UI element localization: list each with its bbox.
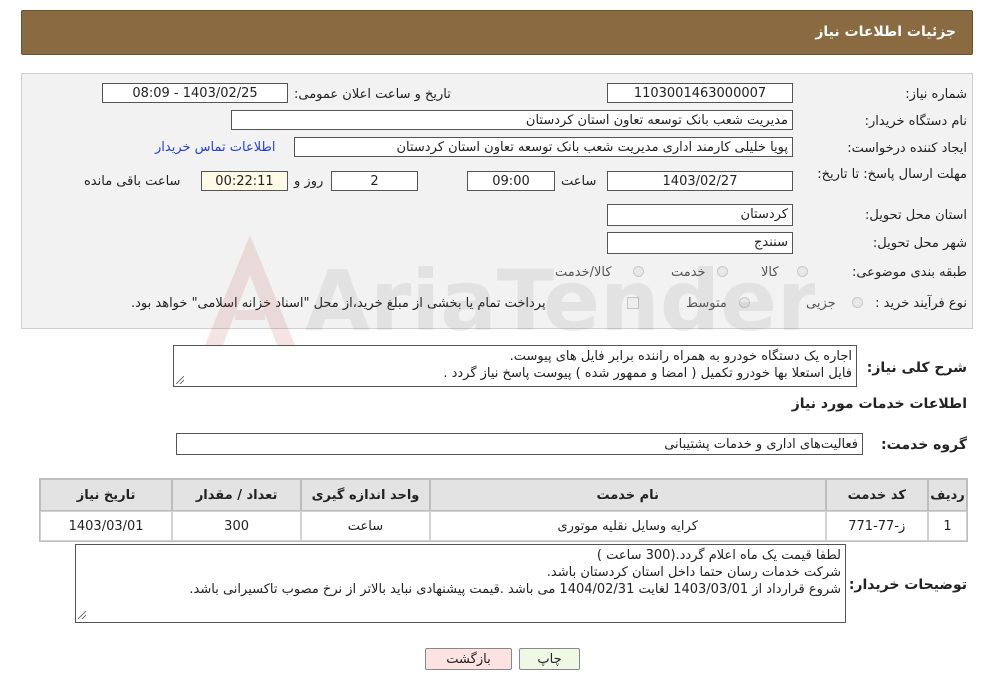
- creator-label: ایجاد کننده درخواست:: [847, 141, 967, 156]
- process-minor-label: جزیی: [806, 296, 836, 311]
- cell-quantity: 300: [172, 511, 302, 541]
- service-group-field: فعالیت‌های اداری و خدمات پشتیبانی: [176, 433, 863, 455]
- category-service-label: خدمت: [671, 265, 706, 280]
- table-header-row: ردیف کد خدمت نام خدمت واحد اندازه گیری ت…: [40, 479, 967, 511]
- category-goods-radio[interactable]: [797, 266, 808, 277]
- creator-field: پویا خلیلی کارمند اداری مدیریت شعب بانک …: [294, 137, 793, 157]
- services-section-title: اطلاعات خدمات مورد نیاز: [791, 396, 967, 412]
- category-label: طبقه بندی موضوعی:: [851, 265, 967, 280]
- announce-field: 1403/02/25 - 08:09: [102, 83, 288, 103]
- remaining-time-label: ساعت باقی مانده: [84, 174, 181, 189]
- deadline-label: مهلت ارسال پاسخ: تا تاریخ:: [817, 167, 967, 182]
- contact-info-link[interactable]: اطلاعات تماس خریدار: [155, 140, 275, 155]
- buyer-notes-resize-handle[interactable]: [78, 611, 86, 619]
- need-number-field: 1103001463000007: [607, 83, 793, 103]
- cell-row-number: 1: [928, 511, 967, 541]
- city-field: سنندج: [607, 232, 793, 254]
- buyer-org-label: نام دستگاه خریدار:: [864, 114, 967, 129]
- col-qty-header: تعداد / مقدار: [172, 479, 302, 511]
- service-group-label: گروه خدمت:: [881, 437, 967, 453]
- process-minor-radio[interactable]: [852, 297, 863, 308]
- col-date-header: تاریخ نیاز: [40, 479, 173, 511]
- col-unit-header: واحد اندازه گیری: [301, 479, 430, 511]
- back-button[interactable]: بازگشت: [425, 648, 512, 670]
- category-goods-service-radio[interactable]: [633, 266, 644, 277]
- province-field: کردستان: [607, 204, 793, 226]
- table-row: 1 ز-77-771 کرایه وسایل نقلیه موتوری ساعت…: [40, 511, 967, 541]
- services-table: ردیف کد خدمت نام خدمت واحد اندازه گیری ت…: [39, 478, 968, 542]
- page-header: جزئیات اطلاعات نیاز: [21, 10, 973, 55]
- description-resize-handle[interactable]: [176, 376, 184, 384]
- col-code-header: کد خدمت: [825, 479, 929, 511]
- buyer-org-field: مدیریت شعب بانک توسعه تعاون استان کردستا…: [231, 110, 793, 130]
- need-number-label: شماره نیاز:: [905, 87, 967, 102]
- category-goods-service-label: کالا/خدمت: [555, 265, 612, 280]
- announce-label: تاریخ و ساعت اعلان عمومی:: [294, 87, 451, 102]
- days-label: روز و: [294, 174, 324, 189]
- cell-unit: ساعت: [301, 511, 430, 541]
- deadline-time-field: 09:00: [467, 171, 555, 191]
- page-title: جزئیات اطلاعات نیاز: [815, 24, 956, 40]
- category-goods-label: کالا: [761, 265, 779, 280]
- province-label: استان محل تحویل:: [865, 208, 967, 223]
- cell-need-date: 1403/03/01: [40, 511, 173, 541]
- treasury-payment-note: پرداخت تمام یا بخشی از مبلغ خرید،از محل …: [131, 296, 546, 311]
- process-medium-radio[interactable]: [739, 297, 750, 308]
- city-label: شهر محل تحویل:: [872, 236, 967, 251]
- deadline-date-field: 1403/02/27: [607, 171, 793, 191]
- cell-service-name: کرایه وسایل نقلیه موتوری: [429, 511, 826, 541]
- print-button[interactable]: چاپ: [519, 648, 580, 670]
- remaining-time-field: 00:22:11: [201, 171, 288, 191]
- buyer-notes-textarea[interactable]: لطفا قیمت یک ماه اعلام گردد.(300 ساعت ) …: [75, 544, 846, 623]
- process-medium-label: متوسط: [686, 296, 727, 311]
- description-label: شرح کلی نیاز:: [866, 360, 967, 376]
- col-name-header: نام خدمت: [429, 479, 826, 511]
- cell-service-code: ز-77-771: [825, 511, 929, 541]
- buyer-notes-label: توضیحات خریدار:: [848, 577, 967, 593]
- treasury-payment-checkbox[interactable]: [627, 297, 639, 309]
- process-label: نوع فرآیند خرید :: [875, 296, 967, 311]
- deadline-time-label: ساعت: [561, 174, 597, 189]
- description-textarea[interactable]: اجاره یک دستگاه خودرو به همراه راننده بر…: [173, 345, 857, 387]
- category-service-radio[interactable]: [717, 266, 728, 277]
- days-field: 2: [331, 171, 418, 191]
- col-row-header: ردیف: [928, 479, 967, 511]
